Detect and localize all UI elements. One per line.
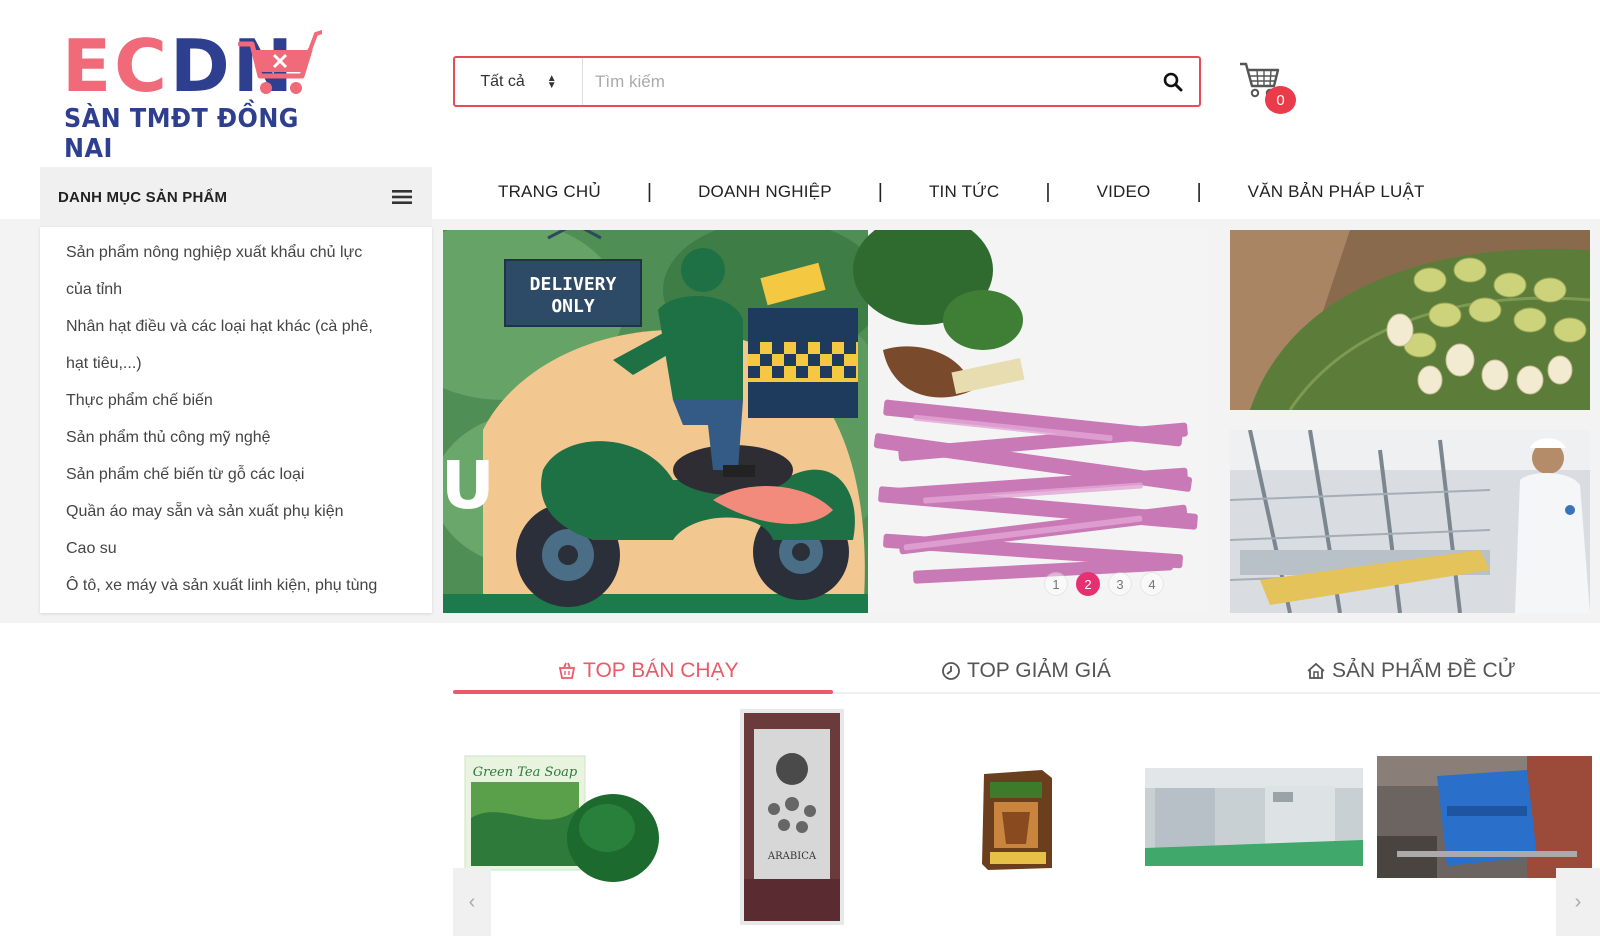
soap-box-label: Green Tea Soap bbox=[473, 765, 578, 780]
category-item-agriculture-export[interactable]: Sản phẩm nông nghiệp xuất khẩu chủ lực củ… bbox=[66, 234, 406, 308]
banner-slider[interactable]: U DELIVERY ONLY bbox=[443, 230, 1208, 613]
nav-separator: | bbox=[1045, 180, 1051, 203]
slider-dot-1[interactable]: 1 bbox=[1044, 572, 1068, 596]
side-banner-factory[interactable] bbox=[1230, 430, 1590, 613]
product-card-arabica-coffee[interactable]: ARABICA bbox=[740, 709, 844, 925]
tab-top-selling[interactable]: TOP BÁN CHẠY bbox=[557, 648, 739, 694]
product-tabs: TOP BÁN CHẠY TOP GIẢM GIÁ SẢN PHẨM ĐỀ CỬ bbox=[453, 648, 1600, 694]
tab-top-selling-label: TOP BÁN CHẠY bbox=[583, 659, 739, 682]
nav-item-home[interactable]: TRANG CHỦ bbox=[478, 182, 621, 202]
search-bar: Tất cả ▲ ▼ bbox=[453, 56, 1201, 107]
logo-cart-icon bbox=[238, 30, 322, 94]
category-item-rubber[interactable]: Cao su bbox=[66, 530, 406, 567]
search-category-value: Tất cả bbox=[480, 72, 525, 90]
site-logo[interactable]: ECDN SÀN TMĐT ĐỒNG NAI bbox=[62, 26, 332, 164]
nav-item-news[interactable]: TIN TỨC bbox=[909, 182, 1019, 202]
category-menu-title: DANH MỤC SẢN PHẨM bbox=[58, 188, 228, 206]
product-card-boxed-drink[interactable] bbox=[978, 768, 1058, 872]
banner-image: U DELIVERY ONLY bbox=[443, 230, 1208, 613]
nav-item-enterprises[interactable]: DOANH NGHIỆP bbox=[678, 182, 852, 202]
nav-separator: | bbox=[877, 180, 883, 203]
category-item-cashew-nuts[interactable]: Nhân hạt điều và các loại hạt khác (cà p… bbox=[66, 308, 406, 382]
nav-separator: | bbox=[646, 180, 653, 203]
product-card-green-tea-soap[interactable]: Green Tea Soap bbox=[463, 748, 675, 883]
banner-sign-line1: DELIVERY bbox=[530, 274, 617, 295]
select-arrows-icon: ▲ ▼ bbox=[546, 72, 557, 91]
search-category-select[interactable]: Tất cả ▲ ▼ bbox=[455, 58, 583, 105]
cart-count-badge: 0 bbox=[1265, 86, 1296, 114]
category-item-processed-food[interactable]: Thực phẩm chế biến bbox=[66, 382, 406, 419]
product-image-coffee: ARABICA bbox=[740, 709, 844, 925]
house-icon bbox=[1307, 662, 1325, 679]
search-button[interactable] bbox=[1147, 58, 1199, 105]
active-tab-indicator bbox=[453, 690, 833, 694]
search-input[interactable] bbox=[583, 58, 1147, 105]
category-item-garments[interactable]: Quần áo may sẵn và sản xuất phụ kiện bbox=[66, 493, 406, 530]
side-banner-nuts-image bbox=[1230, 230, 1590, 410]
tab-top-discount-label: TOP GIẢM GIÁ bbox=[967, 659, 1111, 682]
products-prev-button[interactable]: ‹ bbox=[453, 868, 491, 936]
product-image-clean-room bbox=[1145, 768, 1363, 866]
nav-item-legal-documents[interactable]: VĂN BẢN PHÁP LUẬT bbox=[1228, 182, 1445, 202]
nav-item-video[interactable]: VIDEO bbox=[1077, 182, 1171, 202]
hamburger-menu-icon bbox=[392, 190, 412, 204]
product-image-soap: Green Tea Soap bbox=[464, 755, 659, 882]
tab-recommended[interactable]: SẢN PHẨM ĐỀ CỬ bbox=[1306, 648, 1516, 694]
slider-dot-3[interactable]: 3 bbox=[1108, 572, 1132, 596]
logo-subtitle: SÀN TMĐT ĐỒNG NAI bbox=[64, 104, 299, 164]
nav-separator: | bbox=[1196, 180, 1202, 203]
side-banner-nuts[interactable] bbox=[1230, 230, 1590, 410]
coffee-bag-label: ARABICA bbox=[767, 851, 817, 862]
product-card-blue-machine[interactable] bbox=[1377, 756, 1592, 878]
category-item-automotive[interactable]: Ô tô, xe máy và sản xuất linh kiện, phụ … bbox=[66, 567, 406, 604]
search-icon bbox=[1163, 72, 1183, 91]
product-card-clean-room[interactable] bbox=[1145, 768, 1363, 866]
banner-partial-letter: U bbox=[443, 447, 495, 524]
slider-dot-4[interactable]: 4 bbox=[1140, 572, 1164, 596]
products-next-button[interactable]: › bbox=[1556, 868, 1600, 936]
slider-pagination: 1 2 3 4 bbox=[1044, 572, 1164, 596]
product-image-blue-machine bbox=[1377, 756, 1592, 878]
main-navigation: TRANG CHỦ | DOANH NGHIỆP | TIN TỨC | VID… bbox=[478, 172, 1445, 212]
banner-sign-line2: ONLY bbox=[551, 296, 595, 317]
page: { "logo": { "ec": "EC", "dn": "DN", "sub… bbox=[0, 0, 1600, 936]
basket-icon bbox=[558, 662, 576, 679]
category-item-handicrafts[interactable]: Sản phẩm thủ công mỹ nghệ bbox=[66, 419, 406, 456]
slider-dot-2[interactable]: 2 bbox=[1076, 572, 1100, 596]
category-menu-header[interactable]: DANH MỤC SẢN PHẨM bbox=[40, 167, 432, 227]
category-list: Sản phẩm nông nghiệp xuất khẩu chủ lực củ… bbox=[40, 227, 432, 613]
tab-top-discount[interactable]: TOP GIẢM GIÁ bbox=[941, 648, 1111, 694]
tab-recommended-label: SẢN PHẨM ĐỀ CỬ bbox=[1332, 659, 1516, 682]
cart-button[interactable]: 0 bbox=[1238, 60, 1296, 114]
clock-icon bbox=[942, 662, 960, 680]
product-image-box bbox=[982, 770, 1052, 870]
category-item-wood-products[interactable]: Sản phẩm chế biến từ gỗ các loại bbox=[66, 456, 406, 493]
side-banner-factory-image bbox=[1230, 430, 1590, 613]
